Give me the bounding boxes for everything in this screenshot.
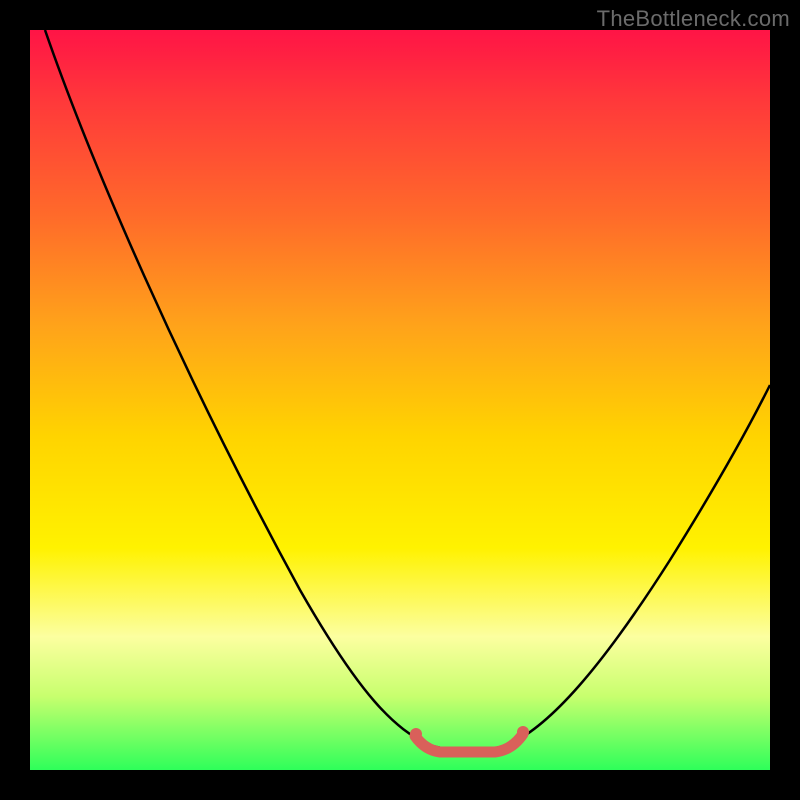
optimal-band-line: [415, 734, 523, 752]
watermark-text: TheBottleneck.com: [597, 6, 790, 32]
optimal-band-dot-left: [410, 728, 422, 740]
chart-container: TheBottleneck.com: [0, 0, 800, 800]
chart-svg: [30, 30, 770, 770]
optimal-band-dot-right: [517, 726, 529, 738]
plot-area: [30, 30, 770, 770]
bottleneck-curve-line: [45, 30, 770, 750]
